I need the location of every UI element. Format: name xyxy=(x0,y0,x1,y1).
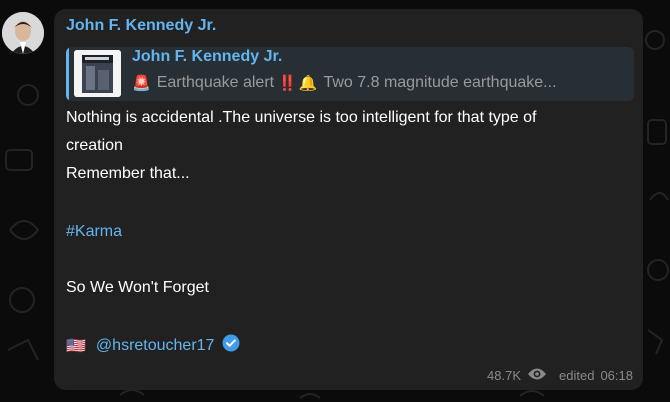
eye-icon xyxy=(527,367,547,384)
siren-emoji: 🚨 xyxy=(132,75,151,92)
hashtag-link[interactable]: #Karma xyxy=(66,218,122,246)
double-exclamation-emoji: ‼️ xyxy=(278,75,297,92)
reply-preview[interactable]: John F. Kennedy Jr. 🚨 Earthquake alert ‼… xyxy=(66,47,634,101)
reply-author: John F. Kennedy Jr. xyxy=(132,48,283,65)
reply-thumbnail xyxy=(74,50,121,97)
message-line-5: So We Won't Forget xyxy=(66,279,209,296)
verified-badge-icon xyxy=(222,334,240,357)
user-avatar-icon xyxy=(2,12,44,54)
message-meta: 48.7K edited 06:18 xyxy=(487,367,633,384)
message-bubble[interactable]: John F. Kennedy Jr. John F. Kennedy Jr. … xyxy=(54,9,643,390)
reply-alert-text: Earthquake alert xyxy=(156,74,275,91)
reply-accent-bar xyxy=(66,47,69,101)
reply-thumbnail-image xyxy=(74,50,121,97)
mention-row: 🇺🇸 @hsretoucher17 xyxy=(66,334,240,357)
message-line-2: creation xyxy=(66,137,123,154)
sender-name[interactable]: John F. Kennedy Jr. xyxy=(66,17,216,35)
sender-avatar[interactable] xyxy=(2,12,44,54)
message-line-1: Nothing is accidental .The universe is t… xyxy=(66,109,537,126)
reply-preview-text: Two 7.8 magnitude earthquake... xyxy=(323,74,557,91)
mention-link[interactable]: @hsretoucher17 xyxy=(96,337,215,355)
bell-emoji: 🔔 xyxy=(298,75,318,92)
us-flag-emoji: 🇺🇸 xyxy=(66,337,86,355)
message-time: 06:18 xyxy=(600,368,633,383)
message-line-3: Remember that... xyxy=(66,165,190,182)
reply-text: 🚨 Earthquake alert ‼️ 🔔 Two 7.8 magnitud… xyxy=(132,74,632,92)
view-count: 48.7K xyxy=(487,368,522,383)
edited-label: edited xyxy=(559,368,595,383)
